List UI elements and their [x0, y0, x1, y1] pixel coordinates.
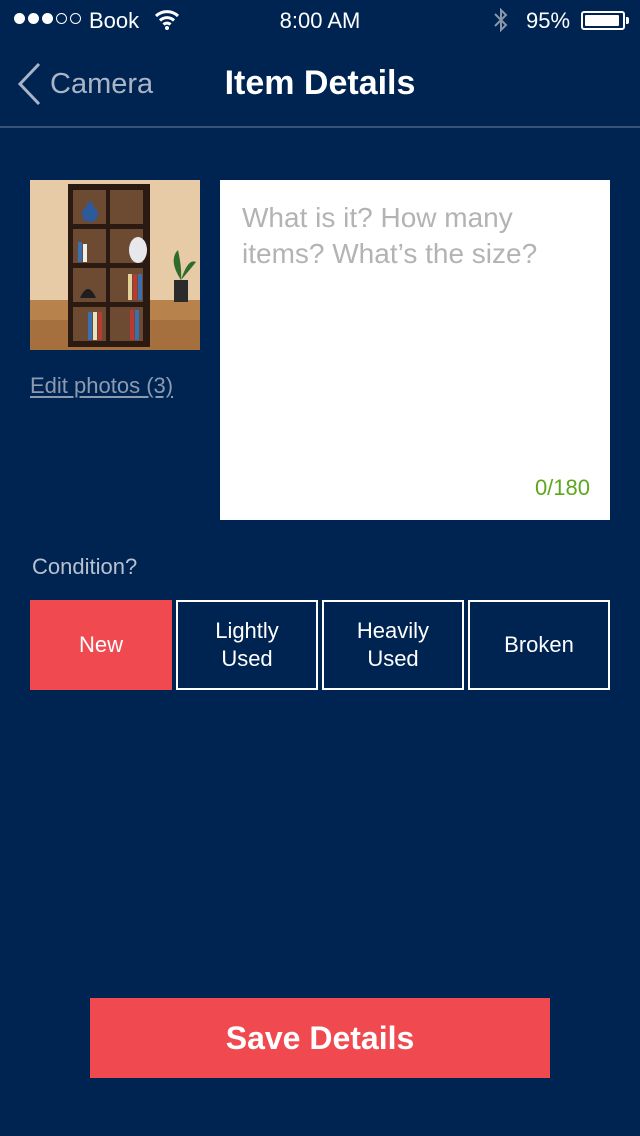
condition-option-heavily-used[interactable]: Heavily Used	[322, 600, 464, 690]
edit-photos-link[interactable]: Edit photos (3)	[30, 373, 173, 399]
condition-option-broken[interactable]: Broken	[468, 600, 610, 690]
status-bar: Book 8:00 AM 95%	[0, 0, 640, 40]
condition-options: New Lightly Used Heavily Used Broken	[30, 600, 610, 690]
item-details-screen: Book 8:00 AM 95% Camera Item Details Edi…	[0, 0, 640, 1136]
navigation-bar: Camera Item Details	[0, 40, 640, 128]
condition-option-new[interactable]: New	[30, 600, 172, 690]
save-details-button[interactable]: Save Details	[90, 998, 550, 1078]
battery-cap	[626, 17, 629, 24]
description-input[interactable]	[220, 180, 610, 480]
item-photo[interactable]	[30, 180, 200, 350]
battery-level-fill	[585, 15, 620, 26]
character-counter: 0/180	[534, 475, 590, 500]
condition-option-lightly-used[interactable]: Lightly Used	[176, 600, 318, 690]
condition-label: Condition?	[32, 554, 138, 579]
bluetooth-icon	[494, 7, 508, 33]
description-box: 0/180	[220, 180, 610, 520]
page-title: Item Details	[224, 64, 416, 102]
battery-icon	[581, 11, 629, 30]
bookshelf-photo	[30, 180, 200, 350]
battery-percent: 95%	[526, 8, 571, 33]
